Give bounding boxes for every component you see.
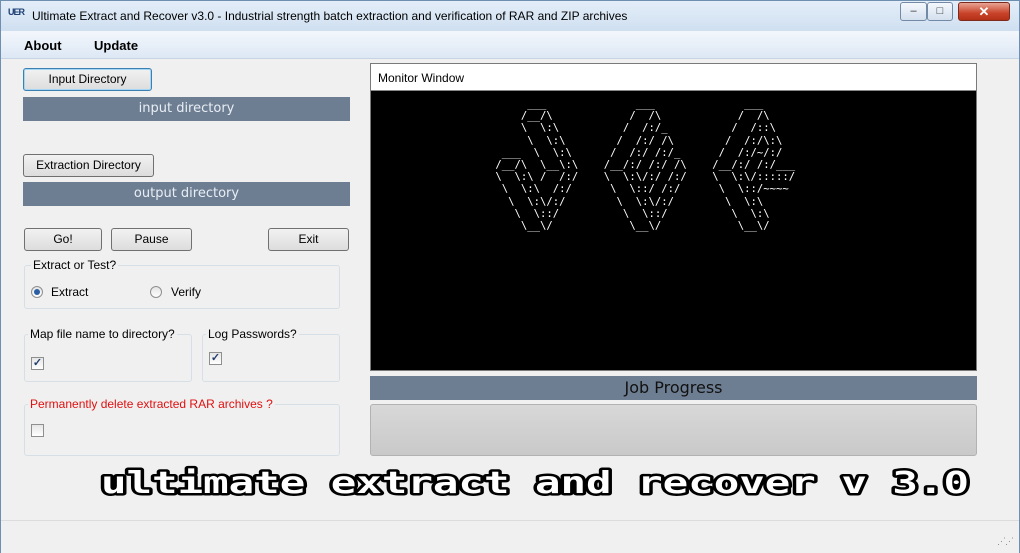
monitor-ascii-logo: ___ ___ ___ /__/\ / /\ / /\ \ \:\ / /:/_…: [495, 98, 796, 233]
monitor-window: Monitor Window ___ ___ ___ /__/\ / /\ / …: [370, 63, 977, 371]
log-passwords-checkbox[interactable]: ✓: [209, 352, 222, 365]
verify-radio-label: Verify: [171, 285, 202, 299]
app-banner: ultimate extract and recover v 3.0: [99, 464, 972, 500]
monitor-header: Monitor Window: [371, 64, 976, 91]
input-directory-button[interactable]: Input Directory: [23, 68, 152, 91]
delete-rar-label: Permanently delete extracted RAR archive…: [28, 397, 275, 411]
menu-about[interactable]: About: [24, 38, 62, 53]
extract-radio-label: Extract: [51, 285, 89, 299]
verify-radio[interactable]: [150, 286, 162, 298]
map-file-group: Map file name to directory? ✓: [24, 327, 192, 382]
pause-button[interactable]: Pause: [111, 228, 192, 251]
delete-rar-group: Permanently delete extracted RAR archive…: [24, 397, 340, 456]
log-passwords-label: Log Passwords?: [206, 327, 299, 341]
output-directory-path: output directory: [23, 182, 350, 206]
delete-rar-checkbox[interactable]: [31, 424, 44, 437]
exit-button[interactable]: Exit: [268, 228, 349, 251]
menu-bar: About Update: [1, 31, 1019, 59]
window-title: Ultimate Extract and Recover v3.0 - Indu…: [32, 9, 628, 23]
map-file-checkbox[interactable]: ✓: [31, 357, 44, 370]
input-directory-path: input directory: [23, 97, 350, 121]
resize-grip-icon[interactable]: ⋰⋰: [997, 536, 1014, 547]
minimize-button[interactable]: ‒: [900, 2, 927, 21]
extract-or-test-group: Extract or Test? Extract Verify: [24, 258, 340, 309]
main-window: UER Ultimate Extract and Recover v3.0 - …: [0, 0, 1020, 553]
status-bar: ⋰⋰: [1, 520, 1019, 553]
menu-update[interactable]: Update: [94, 38, 138, 53]
close-button[interactable]: ✕: [958, 2, 1010, 21]
extract-radio[interactable]: [31, 286, 43, 298]
extraction-directory-button[interactable]: Extraction Directory: [23, 154, 154, 177]
job-progress-bar: [370, 404, 977, 456]
maximize-button[interactable]: □: [927, 2, 953, 21]
extract-or-test-label: Extract or Test?: [31, 258, 119, 272]
app-icon: UER: [8, 7, 25, 17]
title-bar[interactable]: UER Ultimate Extract and Recover v3.0 - …: [1, 1, 1019, 31]
map-file-label: Map file name to directory?: [28, 327, 177, 341]
go-button[interactable]: Go!: [24, 228, 102, 251]
job-progress-label: Job Progress: [370, 376, 977, 400]
banner-text: ultimate extract and recover v 3.0: [101, 466, 969, 500]
log-passwords-group: Log Passwords? ✓: [202, 327, 340, 382]
monitor-title: Monitor Window: [378, 71, 465, 85]
